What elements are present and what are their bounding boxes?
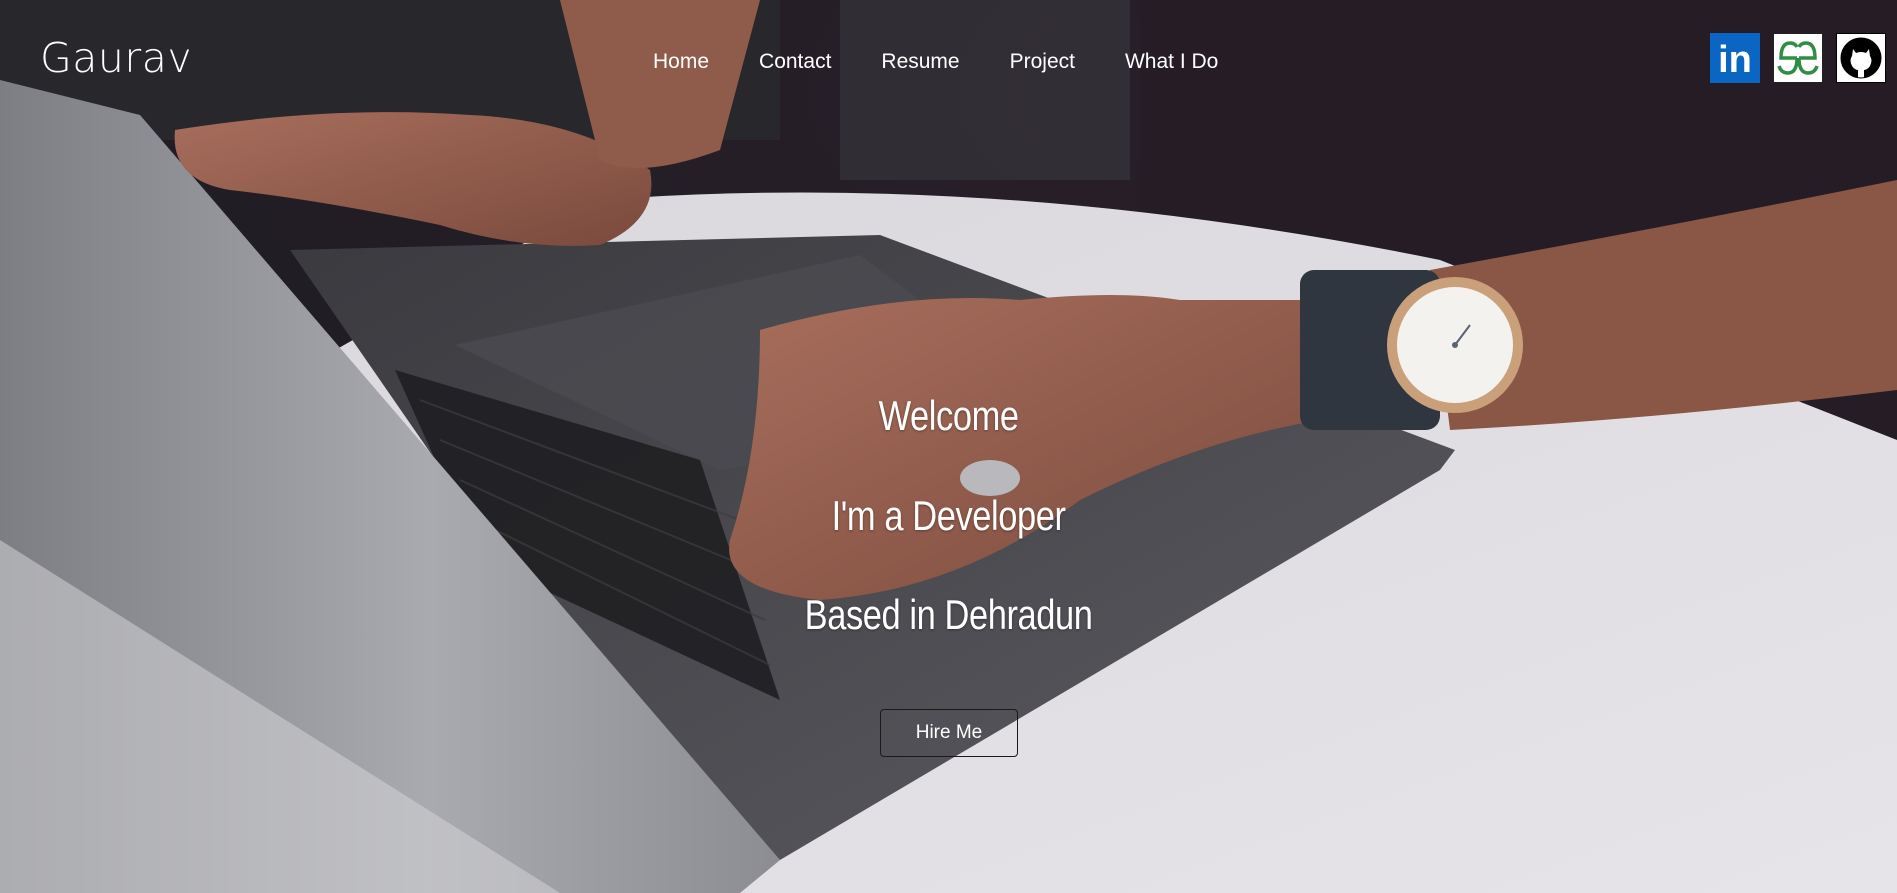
nav-resume-link[interactable]: Resume xyxy=(881,50,959,74)
social-links: in xyxy=(1710,33,1886,83)
github-icon[interactable] xyxy=(1836,33,1886,83)
hero-role-text: I'm a Developer xyxy=(831,492,1066,539)
nav-contact-link[interactable]: Contact xyxy=(759,50,831,74)
hire-me-button[interactable]: Hire Me xyxy=(880,709,1018,757)
hero-location-text: Based in Dehradun xyxy=(804,591,1093,638)
brand-logo-text[interactable]: Gaurav xyxy=(40,34,192,82)
hero-section: Gaurav Home Contact Resume Project What … xyxy=(0,0,1897,893)
nav-project-link[interactable]: Project xyxy=(1010,50,1075,74)
main-nav: Home Contact Resume Project What I Do xyxy=(653,50,1218,74)
nav-home-link[interactable]: Home xyxy=(653,50,709,74)
linkedin-icon[interactable]: in xyxy=(1710,33,1760,83)
hero-background-image xyxy=(0,0,1897,893)
hero-welcome-text: Welcome xyxy=(878,392,1019,439)
geeksforgeeks-icon[interactable] xyxy=(1773,33,1823,83)
linkedin-icon-text: in xyxy=(1718,39,1752,81)
nav-what-i-do-link[interactable]: What I Do xyxy=(1125,50,1218,74)
